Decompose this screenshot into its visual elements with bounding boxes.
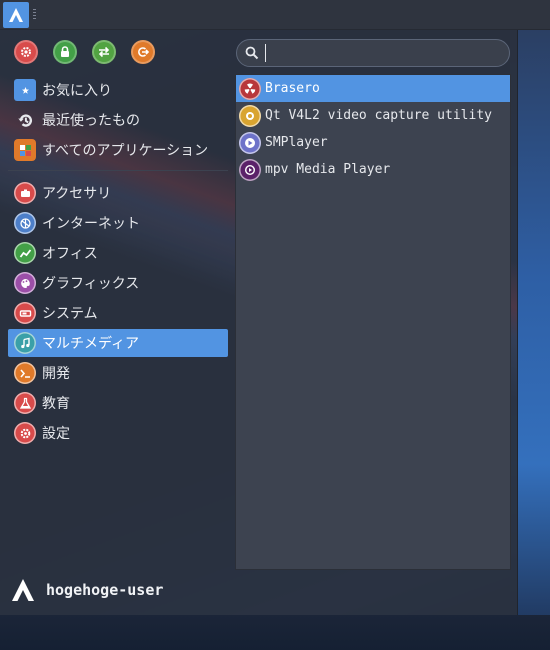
category-item-accessories[interactable]: アクセサリ: [8, 179, 228, 207]
app-label: mpv Media Player: [265, 162, 391, 177]
arch-user-avatar-icon: [12, 579, 34, 601]
application-list: Brasero Qt V4L2 video capture utility SM…: [235, 74, 511, 570]
mpv-icon: [239, 158, 261, 181]
category-list: お気に入り 最近使ったもの すべてのアプリケーション アクセサリ インターネット…: [8, 76, 228, 449]
user-name: hogehoge-user: [46, 581, 164, 599]
accessories-icon: [14, 182, 36, 204]
category-item-settings[interactable]: 設定: [8, 419, 228, 447]
app-item-brasero[interactable]: Brasero: [236, 75, 510, 102]
graphics-palette-icon: [14, 272, 36, 294]
divider: [8, 170, 228, 171]
category-item-graphics[interactable]: グラフィックス: [8, 269, 228, 297]
smplayer-icon: [239, 131, 261, 154]
category-item-multimedia[interactable]: マルチメディア: [8, 329, 228, 357]
internet-globe-icon: [14, 212, 36, 234]
app-label: Brasero: [265, 81, 320, 96]
category-label: アクセサリ: [42, 186, 112, 202]
application-menu: お気に入り 最近使ったもの すべてのアプリケーション アクセサリ インターネット…: [0, 30, 518, 615]
category-item-office[interactable]: オフィス: [8, 239, 228, 267]
category-label: 設定: [42, 426, 70, 442]
switch-user-button[interactable]: [92, 40, 116, 64]
app-item-mpv[interactable]: mpv Media Player: [236, 156, 510, 183]
arch-logo-icon: [9, 7, 23, 22]
place-item-favorites[interactable]: お気に入り: [8, 76, 228, 104]
webcam-icon: [239, 104, 261, 127]
place-label: 最近使ったもの: [42, 113, 140, 129]
place-item-recent[interactable]: 最近使ったもの: [8, 106, 228, 134]
place-label: お気に入り: [42, 83, 112, 99]
recent-history-icon: [14, 109, 36, 131]
app-item-qt-v4l2[interactable]: Qt V4L2 video capture utility: [236, 102, 510, 129]
category-item-development[interactable]: 開発: [8, 359, 228, 387]
category-label: マルチメディア: [42, 336, 140, 352]
switch-arrows-icon: [98, 46, 110, 58]
top-panel: [0, 0, 550, 30]
category-item-internet[interactable]: インターネット: [8, 209, 228, 237]
category-label: オフィス: [42, 246, 98, 262]
multimedia-icon: [14, 332, 36, 354]
category-label: 開発: [42, 366, 70, 382]
settings-gear-icon: [14, 422, 36, 444]
settings-button[interactable]: [14, 40, 38, 64]
education-flask-icon: [14, 392, 36, 414]
category-label: 教育: [42, 396, 70, 412]
lock-icon: [61, 46, 69, 57]
place-label: すべてのアプリケーション: [42, 143, 209, 159]
lock-screen-button[interactable]: [53, 40, 77, 64]
logout-button[interactable]: [131, 40, 155, 64]
system-buttons: [14, 40, 155, 64]
office-chart-icon: [14, 242, 36, 264]
app-item-smplayer[interactable]: SMPlayer: [236, 129, 510, 156]
user-info[interactable]: hogehoge-user: [10, 577, 163, 603]
desktop-bottom: [0, 615, 550, 650]
development-icon: [14, 362, 36, 384]
gear-icon: [21, 47, 31, 57]
logout-icon: [138, 47, 150, 57]
brasero-disc-icon: [239, 77, 261, 100]
category-item-system[interactable]: システム: [8, 299, 228, 327]
place-item-all-apps[interactable]: すべてのアプリケーション: [8, 136, 228, 164]
panel-grip-handle[interactable]: [33, 8, 36, 21]
category-label: グラフィックス: [42, 276, 140, 292]
category-label: システム: [42, 306, 98, 322]
search-icon: [245, 46, 259, 60]
menu-launcher-button[interactable]: [3, 1, 29, 28]
all-apps-grid-icon: [14, 139, 36, 161]
category-item-education[interactable]: 教育: [8, 389, 228, 417]
system-icon: [14, 302, 36, 324]
search-input[interactable]: [265, 44, 485, 62]
search-box[interactable]: [236, 39, 510, 67]
favorites-folder-icon: [14, 79, 36, 101]
category-label: インターネット: [42, 216, 140, 232]
app-label: Qt V4L2 video capture utility: [265, 108, 492, 123]
app-label: SMPlayer: [265, 135, 328, 150]
